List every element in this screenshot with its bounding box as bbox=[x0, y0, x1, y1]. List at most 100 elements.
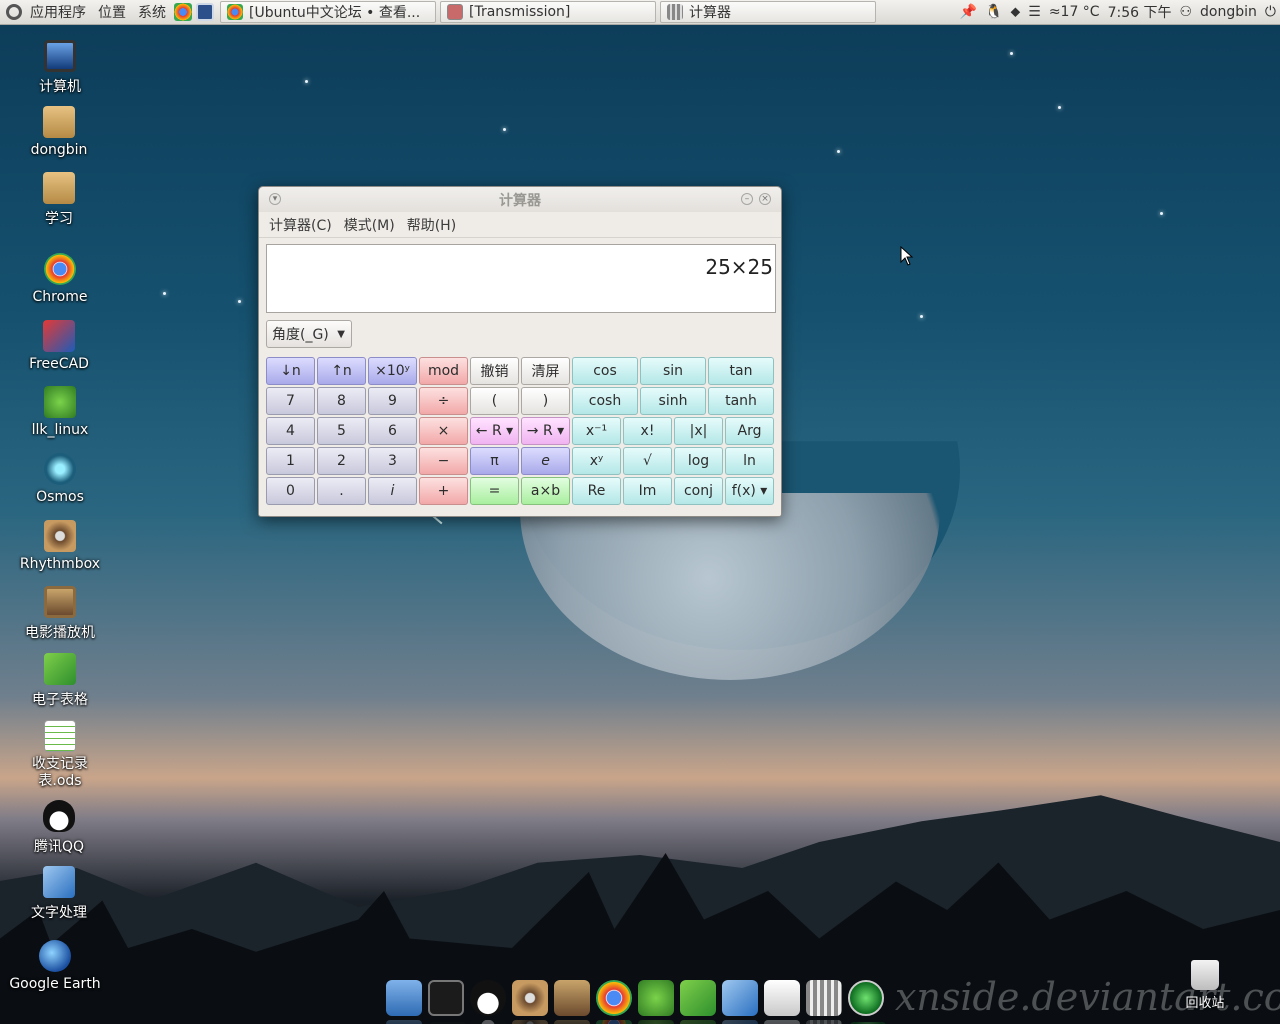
key-tan[interactable]: tan bbox=[708, 357, 774, 385]
desktop-icon-trash[interactable]: 回收站 bbox=[1178, 960, 1232, 1011]
qq-tray-icon[interactable]: 🐧 bbox=[985, 4, 1002, 20]
key-abs[interactable]: |x| bbox=[674, 417, 723, 445]
window-menu-icon[interactable]: ▾ bbox=[269, 193, 281, 205]
task-calculator[interactable]: 计算器 bbox=[660, 1, 876, 23]
dock-rhythmbox-icon[interactable] bbox=[512, 980, 548, 1024]
key-equals[interactable]: = bbox=[470, 477, 519, 505]
key-real[interactable]: Re bbox=[572, 477, 621, 505]
dock-writer-icon[interactable] bbox=[722, 980, 758, 1024]
key-mod[interactable]: mod bbox=[419, 357, 468, 385]
dock-qq-icon[interactable] bbox=[470, 980, 506, 1024]
desktop-icon-llk[interactable]: llk_linux bbox=[10, 386, 110, 438]
key-exponent[interactable]: ×10ʸ bbox=[368, 357, 417, 385]
menu-applications[interactable]: 应用程序 bbox=[24, 0, 92, 25]
key-shift-right[interactable]: → R ▾ bbox=[521, 417, 570, 445]
key-6[interactable]: 6 bbox=[368, 417, 417, 445]
app-tray-icon[interactable]: ☰ bbox=[1028, 4, 1041, 20]
key-add[interactable]: + bbox=[419, 477, 468, 505]
key-ln[interactable]: ln bbox=[725, 447, 774, 475]
key-imaginary[interactable]: i bbox=[368, 477, 417, 505]
key-sqrt[interactable]: √ bbox=[623, 447, 672, 475]
key-divide[interactable]: ÷ bbox=[419, 387, 468, 415]
dock-calculator-icon[interactable] bbox=[806, 980, 842, 1024]
desktop-icon-freecad[interactable]: FreeCAD bbox=[9, 320, 109, 372]
dock-dragon-icon[interactable] bbox=[638, 980, 674, 1024]
key-0[interactable]: 0 bbox=[266, 477, 315, 505]
dock-terminal-icon[interactable] bbox=[428, 980, 466, 1024]
dock-anchor-icon[interactable] bbox=[386, 980, 422, 1024]
desktop-icon-ods-file[interactable]: 收支记录表.ods bbox=[10, 720, 110, 790]
key-4[interactable]: 4 bbox=[266, 417, 315, 445]
key-power[interactable]: xʸ bbox=[572, 447, 621, 475]
calculator-display[interactable]: 25×25 bbox=[266, 244, 776, 313]
dock-chrome-icon[interactable] bbox=[596, 980, 632, 1024]
chrome-launcher-icon[interactable] bbox=[174, 3, 192, 21]
user-label[interactable]: dongbin bbox=[1200, 4, 1257, 20]
weather-label[interactable]: ≈17 °C bbox=[1049, 4, 1100, 20]
key-factorize[interactable]: a×b bbox=[521, 477, 570, 505]
desktop-icon-computer[interactable]: 计算机 bbox=[10, 40, 110, 96]
key-sinh[interactable]: sinh bbox=[640, 387, 706, 415]
dock-status-icon[interactable] bbox=[848, 980, 886, 1024]
desktop-icon-osmos[interactable]: Osmos bbox=[10, 453, 110, 505]
key-sin[interactable]: sin bbox=[640, 357, 706, 385]
key-log[interactable]: log bbox=[674, 447, 723, 475]
desktop-icon-google-earth[interactable]: Google Earth bbox=[5, 940, 105, 992]
key-cos[interactable]: cos bbox=[572, 357, 638, 385]
desktop-icon-qq[interactable]: 腾讯QQ bbox=[9, 800, 109, 856]
menu-mode[interactable]: 模式(M) bbox=[338, 215, 401, 235]
key-3[interactable]: 3 bbox=[368, 447, 417, 475]
desktop-icon-movie-player[interactable]: 电影播放机 bbox=[10, 586, 110, 642]
key-2[interactable]: 2 bbox=[317, 447, 366, 475]
key-increase-precision[interactable]: ↑n bbox=[317, 357, 366, 385]
key-7[interactable]: 7 bbox=[266, 387, 315, 415]
key-conj[interactable]: conj bbox=[674, 477, 723, 505]
menu-places[interactable]: 位置 bbox=[92, 0, 132, 25]
close-icon[interactable]: × bbox=[759, 193, 771, 205]
dock-transmission-icon[interactable] bbox=[764, 980, 800, 1024]
task-ubuntu-forum[interactable]: [Ubuntu中文论坛 • 查看... bbox=[220, 1, 436, 23]
desktop-icon-writer[interactable]: 文字处理 bbox=[9, 866, 109, 922]
key-close-paren[interactable]: ) bbox=[521, 387, 570, 415]
key-subtract[interactable]: − bbox=[419, 447, 468, 475]
dock-movie-player-icon[interactable] bbox=[554, 980, 590, 1024]
key-function[interactable]: f(x) ▾ bbox=[725, 477, 774, 505]
minimize-icon[interactable]: – bbox=[741, 193, 753, 205]
key-imag-part[interactable]: Im bbox=[623, 477, 672, 505]
key-clear[interactable]: 清屏 bbox=[521, 357, 570, 385]
desktop-launcher-icon[interactable] bbox=[196, 3, 214, 21]
key-9[interactable]: 9 bbox=[368, 387, 417, 415]
key-factorial[interactable]: x! bbox=[623, 417, 672, 445]
key-shift-left[interactable]: ← R ▾ bbox=[470, 417, 519, 445]
key-reciprocal[interactable]: x⁻¹ bbox=[572, 417, 621, 445]
key-cosh[interactable]: cosh bbox=[572, 387, 638, 415]
key-multiply[interactable]: × bbox=[419, 417, 468, 445]
key-8[interactable]: 8 bbox=[317, 387, 366, 415]
network-icon[interactable]: ⬥ bbox=[1010, 4, 1020, 20]
key-open-paren[interactable]: ( bbox=[470, 387, 519, 415]
menu-calculator[interactable]: 计算器(C) bbox=[263, 215, 338, 235]
desktop-icon-home[interactable]: dongbin bbox=[9, 106, 109, 158]
desktop-icon-spreadsheet[interactable]: 电子表格 bbox=[10, 653, 110, 709]
ubuntu-logo-icon[interactable] bbox=[6, 4, 22, 20]
key-decimal[interactable]: . bbox=[317, 477, 366, 505]
key-e[interactable]: e bbox=[521, 447, 570, 475]
calculator-titlebar[interactable]: ▾ 计算器 – × bbox=[259, 187, 781, 212]
key-pi[interactable]: π bbox=[470, 447, 519, 475]
key-arg[interactable]: Arg bbox=[725, 417, 774, 445]
desktop-icon-chrome[interactable]: Chrome bbox=[10, 253, 110, 305]
task-transmission[interactable]: [Transmission] bbox=[440, 1, 656, 23]
angle-unit-select[interactable]: 角度(_G) ▼ bbox=[266, 320, 352, 348]
menu-help[interactable]: 帮助(H) bbox=[401, 215, 462, 235]
key-undo[interactable]: 撤销 bbox=[470, 357, 519, 385]
pin-icon[interactable]: 📌 bbox=[960, 4, 977, 20]
key-decrease-precision[interactable]: ↓n bbox=[266, 357, 315, 385]
key-tanh[interactable]: tanh bbox=[708, 387, 774, 415]
key-1[interactable]: 1 bbox=[266, 447, 315, 475]
key-5[interactable]: 5 bbox=[317, 417, 366, 445]
clock-label[interactable]: 7:56 下午 bbox=[1108, 2, 1172, 22]
power-icon[interactable]: ⏻ bbox=[1265, 4, 1276, 20]
desktop-icon-rhythmbox[interactable]: Rhythmbox bbox=[10, 520, 110, 572]
menu-system[interactable]: 系统 bbox=[132, 0, 172, 25]
desktop-icon-study[interactable]: 学习 bbox=[9, 172, 109, 228]
